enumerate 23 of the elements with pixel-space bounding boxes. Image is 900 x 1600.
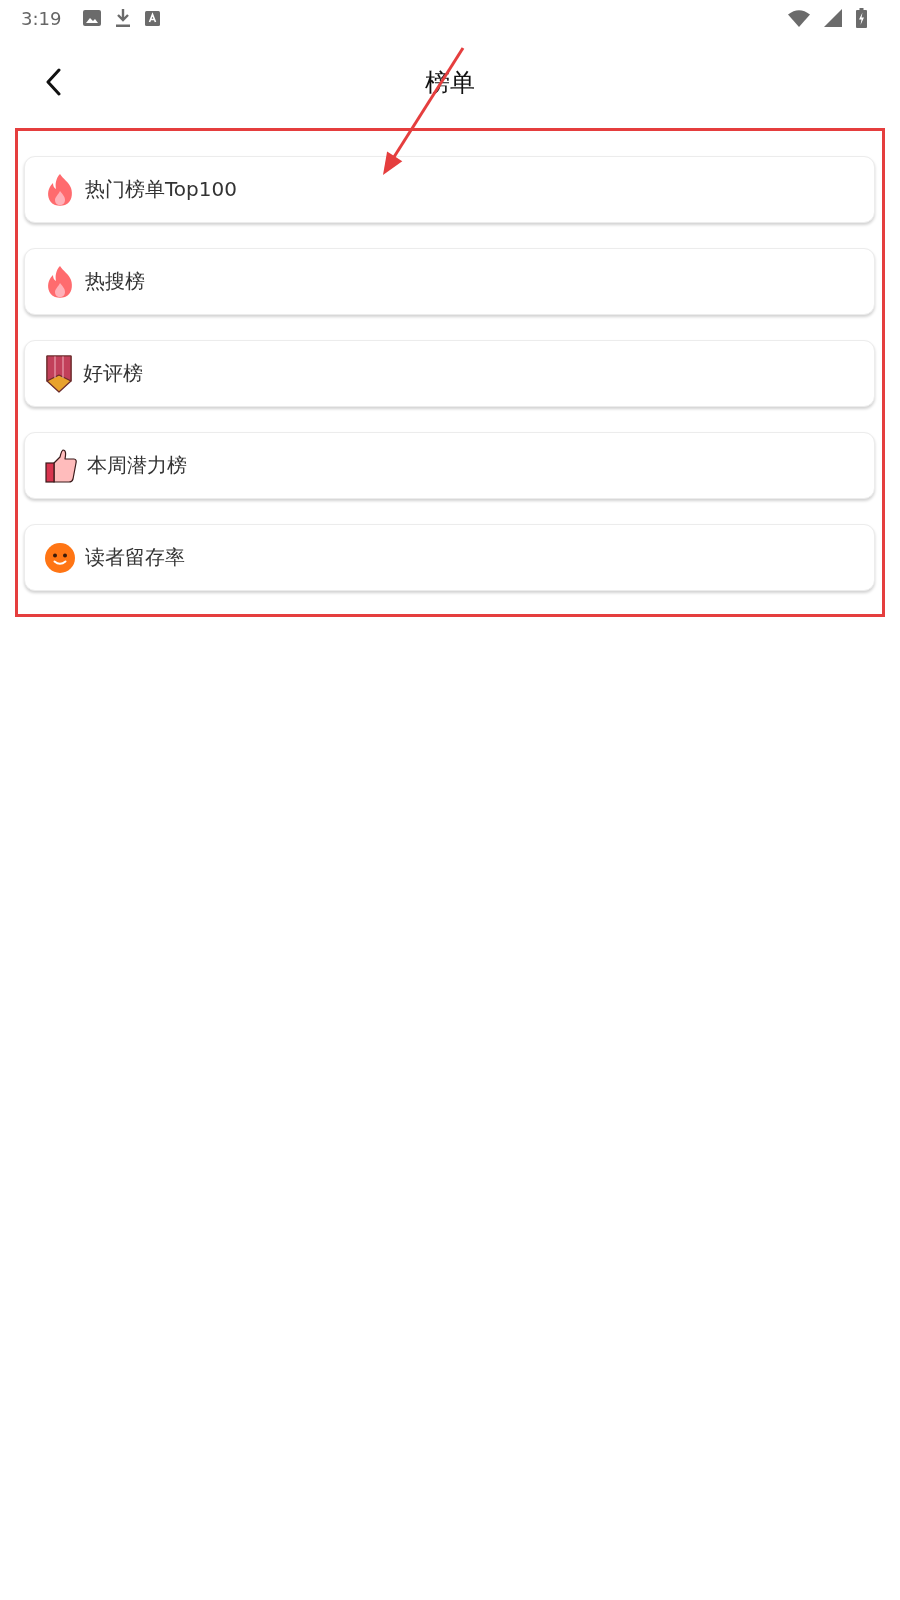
thumbs-up-icon [45, 448, 77, 483]
ranking-label: 本周潜力榜 [87, 452, 187, 479]
ranking-label: 热门榜单Top100 [85, 176, 237, 203]
battery-icon [856, 8, 867, 28]
back-chevron-icon [45, 68, 61, 96]
download-icon [115, 9, 132, 27]
ranking-item[interactable]: 好评榜 [24, 340, 875, 407]
ranking-item[interactable]: 本周潜力榜 [24, 432, 875, 499]
ribbon-icon [45, 354, 73, 393]
ranking-label: 读者留存率 [85, 544, 185, 571]
ranking-item[interactable]: 热搜榜 [24, 248, 875, 315]
font-icon [145, 10, 161, 26]
image-icon [83, 10, 102, 26]
smiley-icon [45, 542, 75, 573]
ranking-label: 热搜榜 [85, 268, 145, 295]
status-time: 3:19 [21, 7, 62, 29]
flame-icon [45, 265, 75, 298]
wifi-icon [788, 9, 810, 27]
ranking-item[interactable]: 热门榜单Top100 [24, 156, 875, 223]
flame-icon [45, 173, 75, 206]
signal-icon [824, 9, 842, 27]
ranking-label: 好评榜 [83, 360, 143, 387]
ranking-item[interactable]: 读者留存率 [24, 524, 875, 591]
